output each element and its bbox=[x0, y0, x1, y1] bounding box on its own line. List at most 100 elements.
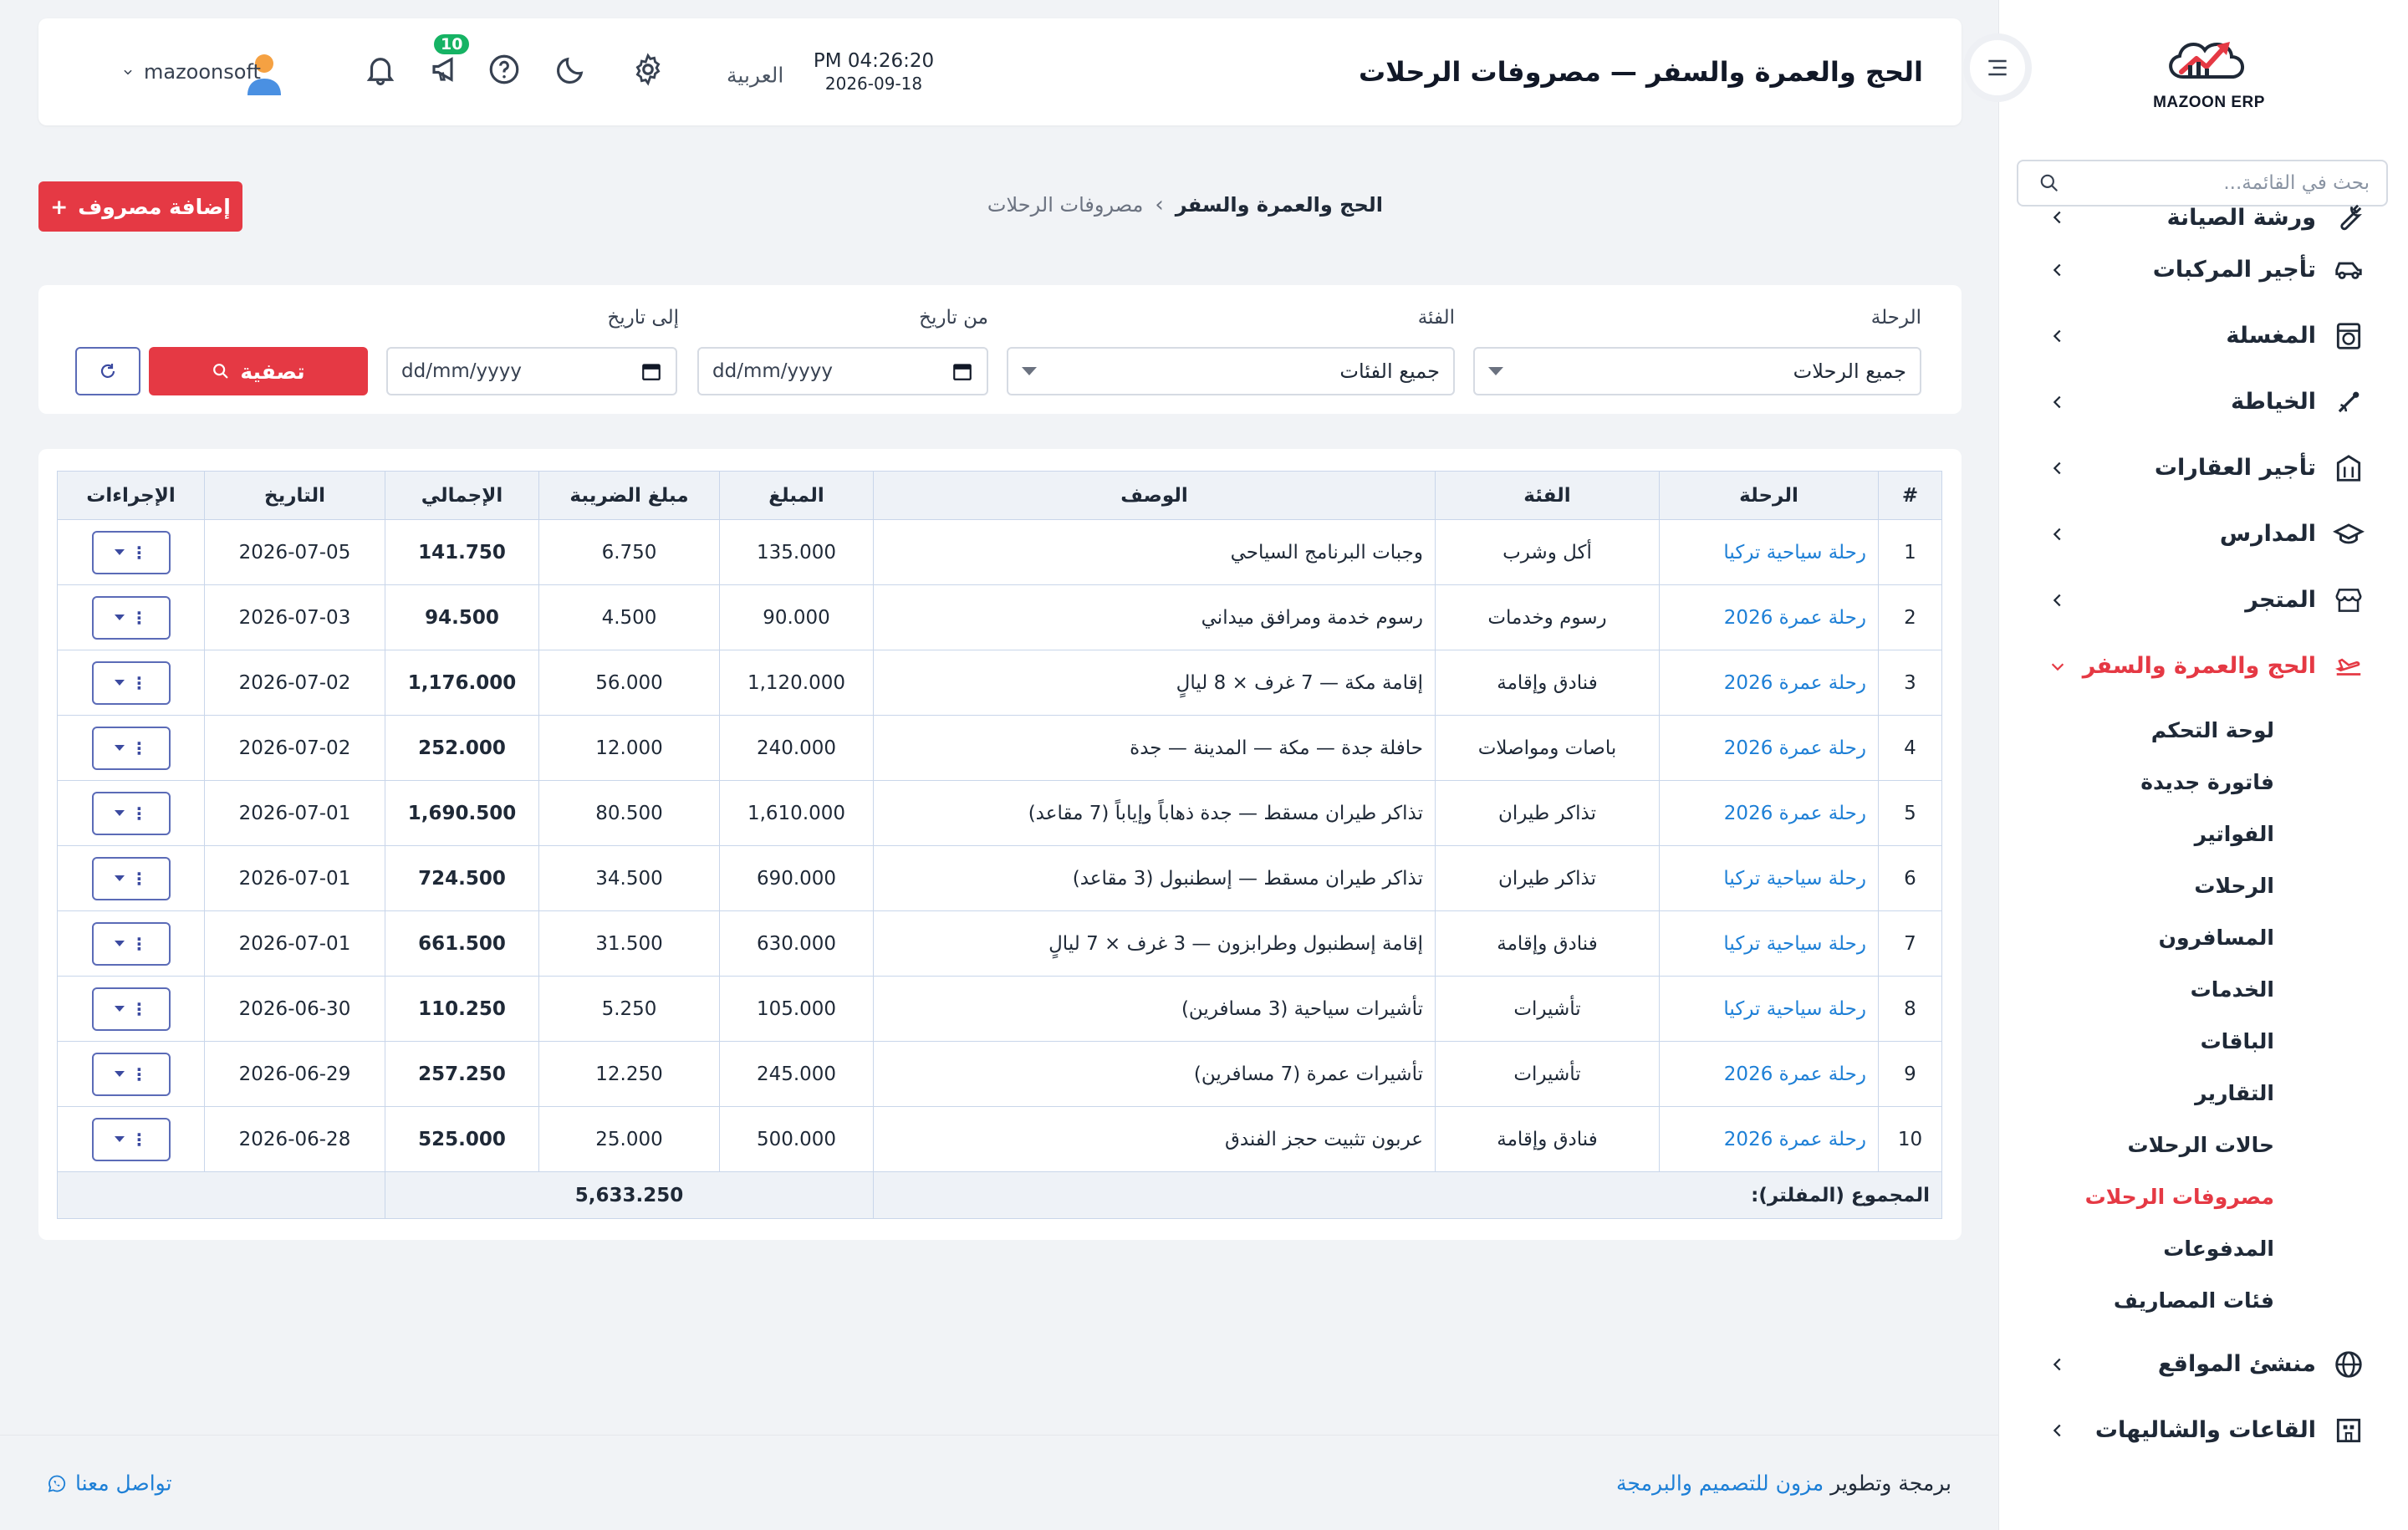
sidebar-item-halls-chalets[interactable]: القاعات والشاليهات bbox=[1998, 1397, 2408, 1463]
chevron-down-icon bbox=[2051, 662, 2064, 671]
row-actions-button[interactable]: ⋮ bbox=[91, 1117, 171, 1161]
submenu-item-services[interactable]: الخدمات bbox=[1998, 963, 2408, 1015]
submenu-item-trips[interactable]: الرحلات bbox=[1998, 859, 2408, 911]
trip-link[interactable]: رحلة عمرة 2026 bbox=[1659, 584, 1879, 650]
more-vertical-icon: ⋮ bbox=[130, 998, 148, 1019]
column-header[interactable]: المبلغ bbox=[719, 471, 874, 520]
submenu-item-dashboard[interactable]: لوحة التحكم bbox=[1998, 704, 2408, 756]
row-actions-button[interactable]: ⋮ bbox=[91, 791, 171, 835]
row-number: 5 bbox=[1878, 780, 1942, 846]
chevron-left-icon bbox=[2053, 594, 2061, 606]
help-icon[interactable] bbox=[487, 52, 522, 87]
sidebar-item-label: الخياطة bbox=[2231, 389, 2316, 415]
row-actions-button[interactable]: ⋮ bbox=[91, 595, 171, 640]
submenu-item-new-invoice[interactable]: فاتورة جديدة bbox=[1998, 756, 2408, 808]
sidebar-item-vehicle-rental[interactable]: تأجير المركبات bbox=[1998, 237, 2408, 303]
total-cell: 141.750 bbox=[385, 519, 539, 585]
category-filter-select[interactable]: جميع الفئات bbox=[1007, 347, 1455, 395]
whatsapp-icon bbox=[48, 1475, 66, 1492]
row-actions-button[interactable]: ⋮ bbox=[91, 921, 171, 966]
bell-icon[interactable] bbox=[363, 52, 398, 87]
date-cell: 2026-07-01 bbox=[204, 845, 385, 911]
trip-link[interactable]: رحلة سياحية تركيا bbox=[1659, 519, 1879, 585]
sidebar-item-schools[interactable]: المدارس bbox=[1998, 501, 2408, 567]
language-switch[interactable]: العربية bbox=[727, 64, 783, 88]
tax-cell: 56.000 bbox=[538, 650, 720, 716]
row-actions-button[interactable]: ⋮ bbox=[91, 660, 171, 705]
caret-down-icon bbox=[1488, 367, 1503, 375]
row-actions-button[interactable]: ⋮ bbox=[91, 726, 171, 770]
date-cell: 2026-06-28 bbox=[204, 1106, 385, 1172]
sidebar-search-input[interactable] bbox=[2060, 172, 2370, 194]
tax-cell: 34.500 bbox=[538, 845, 720, 911]
row-actions-button[interactable]: ⋮ bbox=[91, 1052, 171, 1096]
sidebar-item-laundry[interactable]: المغسلة bbox=[1998, 303, 2408, 369]
trip-filter-select[interactable]: جميع الرحلات bbox=[1473, 347, 1921, 395]
submenu-item-travelers[interactable]: المسافرون bbox=[1998, 911, 2408, 963]
table-row: 5 رحلة عمرة 2026 تذاكر طيران تذاكر طيران مس… bbox=[57, 780, 1942, 846]
logo[interactable]: MAZOON ERP bbox=[2134, 33, 2284, 117]
actions-cell: ⋮ bbox=[57, 1106, 205, 1172]
moon-icon[interactable] bbox=[554, 52, 589, 87]
column-header[interactable]: الإجمالي bbox=[385, 471, 539, 520]
calendar-icon[interactable] bbox=[640, 360, 662, 382]
amount-cell: 90.000 bbox=[719, 584, 874, 650]
contact-us-link[interactable]: تواصل معنا bbox=[47, 1471, 172, 1496]
submenu-item-payments[interactable]: المدفوعات bbox=[1998, 1222, 2408, 1274]
submenu-item-invoices[interactable]: الفواتير bbox=[1998, 808, 2408, 859]
submenu-item-trip-expenses[interactable]: مصروفات الرحلات bbox=[1998, 1170, 2408, 1222]
row-actions-button[interactable]: ⋮ bbox=[91, 530, 171, 574]
caret-down-icon bbox=[114, 941, 125, 946]
add-expense-button[interactable]: إضافة مصروف + bbox=[38, 181, 242, 232]
amount-cell: 630.000 bbox=[719, 910, 874, 977]
sidebar-item-hajj-umrah-travel[interactable]: الحج والعمرة والسفر bbox=[1998, 633, 2408, 699]
reset-filters-button[interactable] bbox=[75, 347, 140, 395]
trip-link[interactable]: رحلة عمرة 2026 bbox=[1659, 715, 1879, 781]
sidebar-item-maintenance[interactable]: ورشة الصيانة bbox=[1998, 198, 2408, 237]
megaphone-icon[interactable] bbox=[428, 52, 463, 87]
date-cell: 2026-07-02 bbox=[204, 715, 385, 781]
submenu-item-trip-statuses[interactable]: حالات الرحلات bbox=[1998, 1119, 2408, 1170]
total-cell: 724.500 bbox=[385, 845, 539, 911]
submenu-item-expense-categories[interactable]: فئات المصاريف bbox=[1998, 1274, 2408, 1326]
trip-link[interactable]: رحلة سياحية تركيا bbox=[1659, 845, 1879, 911]
tax-cell: 25.000 bbox=[538, 1106, 720, 1172]
user-menu[interactable]: mazoonsoft bbox=[122, 60, 261, 84]
trip-link[interactable]: رحلة عمرة 2026 bbox=[1659, 1041, 1879, 1107]
trip-link[interactable]: رحلة عمرة 2026 bbox=[1659, 650, 1879, 716]
mazoon-logo-icon bbox=[2169, 42, 2244, 79]
column-header[interactable]: الرحلة bbox=[1659, 471, 1879, 520]
submenu-item-reports[interactable]: التقارير bbox=[1998, 1067, 2408, 1119]
column-header[interactable]: الفئة bbox=[1435, 471, 1660, 520]
row-actions-button[interactable]: ⋮ bbox=[91, 856, 171, 900]
breadcrumb-root[interactable]: الحج والعمرة والسفر bbox=[1176, 193, 1383, 217]
column-header[interactable]: الوصف bbox=[873, 471, 1436, 520]
sidebar-item-tailoring[interactable]: الخياطة bbox=[1998, 369, 2408, 435]
sidebar-item-real-estate[interactable]: تأجير العقارات bbox=[1998, 435, 2408, 501]
trip-link[interactable]: رحلة عمرة 2026 bbox=[1659, 780, 1879, 846]
gear-icon[interactable] bbox=[630, 52, 666, 87]
description-cell: إقامة إسطنبول وطرابزون — 3 غرف × 7 ليالٍ bbox=[873, 910, 1436, 977]
column-header[interactable]: مبلغ الضريبة bbox=[538, 471, 720, 520]
column-header[interactable]: # bbox=[1878, 471, 1942, 520]
sidebar-item-store[interactable]: المتجر bbox=[1998, 567, 2408, 633]
table-row: 10 رحلة عمرة 2026 فنادق وإقامة عربون تثبيت … bbox=[57, 1106, 1942, 1172]
sidebar-item-site-builder[interactable]: منشئ المواقع bbox=[1998, 1331, 2408, 1397]
column-header[interactable]: التاريخ bbox=[204, 471, 385, 520]
category-cell: باصات ومواصلات bbox=[1435, 715, 1660, 781]
hall-icon bbox=[2336, 1418, 2361, 1442]
filter-button[interactable]: تصفية bbox=[149, 347, 368, 395]
row-actions-button[interactable]: ⋮ bbox=[91, 987, 171, 1031]
sidebar-submenu: لوحة التحكم فاتورة جديدة الفواتير الرحلا… bbox=[1998, 699, 2408, 1331]
trip-link[interactable]: رحلة سياحية تركيا bbox=[1659, 910, 1879, 977]
calendar-icon[interactable] bbox=[951, 360, 973, 382]
submenu-item-packages[interactable]: الباقات bbox=[1998, 1015, 2408, 1067]
trip-link[interactable]: رحلة عمرة 2026 bbox=[1659, 1106, 1879, 1172]
sidebar-toggle-button[interactable] bbox=[1963, 33, 2032, 102]
to-date-input[interactable]: dd/mm/yyyy bbox=[386, 347, 677, 395]
tax-cell: 12.000 bbox=[538, 715, 720, 781]
trip-link[interactable]: رحلة سياحية تركيا bbox=[1659, 976, 1879, 1042]
chevron-down-icon bbox=[124, 69, 132, 75]
footer-credit-link[interactable]: مزون للتصميم والبرمجة bbox=[1616, 1471, 1824, 1496]
from-date-input[interactable]: dd/mm/yyyy bbox=[697, 347, 988, 395]
